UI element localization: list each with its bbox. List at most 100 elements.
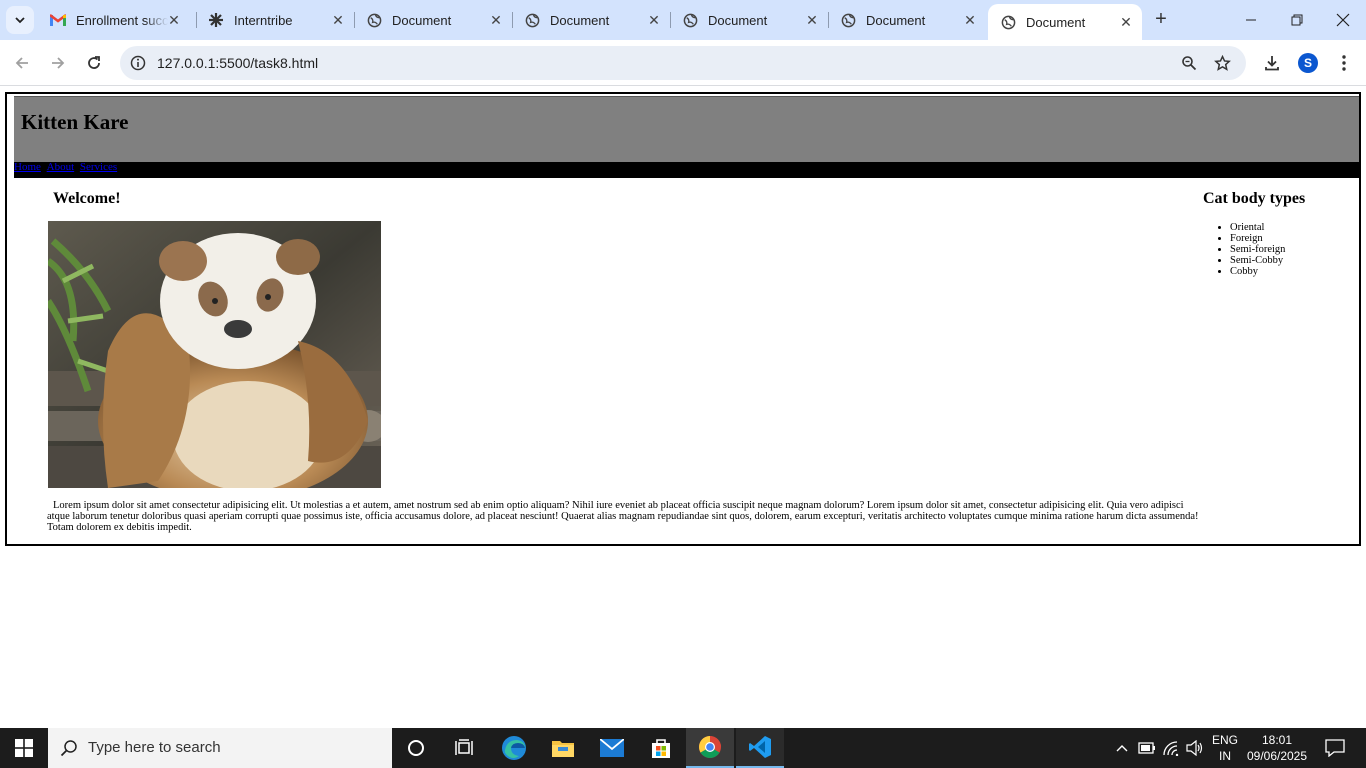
nav-link-services[interactable]: Services	[80, 161, 117, 173]
taskbar-search[interactable]: Type here to search	[48, 728, 392, 768]
taskbar-edge[interactable]	[490, 728, 538, 768]
start-button[interactable]	[0, 728, 48, 768]
body-types-list: Oriental Foreign Semi-foreign Semi-Cobby…	[1230, 222, 1285, 277]
network-status[interactable]	[1160, 728, 1182, 768]
edge-icon	[502, 736, 526, 760]
tab-title: Document	[1026, 14, 1086, 30]
close-icon[interactable]: ✕	[488, 12, 504, 28]
battery-icon	[1138, 742, 1155, 754]
profile-button[interactable]: S	[1297, 52, 1319, 74]
site-info-icon[interactable]	[129, 54, 147, 72]
chevron-up-icon	[1116, 745, 1128, 752]
folder-icon	[552, 741, 574, 757]
clock-date: 09/06/2025	[1246, 749, 1308, 763]
close-icon[interactable]: ✕	[962, 12, 978, 28]
speaker-icon	[1186, 740, 1203, 756]
globe-icon	[524, 12, 540, 28]
taskbar-vscode[interactable]	[736, 728, 784, 768]
close-window-button[interactable]	[1320, 0, 1366, 40]
chevron-down-icon	[15, 17, 25, 24]
page-viewport: Kitten Kare Home About Services Welcome!	[0, 87, 1366, 728]
tab-document[interactable]: Document ✕	[828, 4, 986, 36]
wifi-icon	[1163, 741, 1179, 756]
download-icon	[1265, 56, 1279, 71]
panda-photo	[48, 221, 381, 488]
taskbar-store[interactable]	[637, 728, 685, 768]
tab-document[interactable]: Document ✕	[512, 4, 670, 36]
show-hidden-icons-button[interactable]	[1112, 728, 1132, 768]
task-view-button[interactable]	[440, 728, 488, 768]
taskbar: Type here to search ENG IN 18:01 09/06/2…	[0, 728, 1366, 768]
tab-strip: Enrollment succe ✕ Interntribe ✕ Documen…	[0, 0, 1366, 40]
tab-title: Document	[708, 12, 768, 28]
tab-gmail[interactable]: Enrollment succe ✕	[38, 4, 190, 36]
nav-link-about[interactable]: About	[47, 161, 75, 173]
taskbar-mail[interactable]	[588, 728, 636, 768]
star-icon[interactable]	[1213, 54, 1231, 72]
minimize-button[interactable]	[1228, 0, 1274, 40]
close-icon[interactable]: ✕	[646, 12, 662, 28]
tab-document[interactable]: Document ✕	[670, 4, 828, 36]
menu-button[interactable]	[1333, 52, 1355, 74]
minimize-icon	[1246, 19, 1256, 21]
globe-icon	[366, 12, 382, 28]
welcome-heading: Welcome!	[53, 190, 121, 207]
tab-title: Interntribe	[234, 12, 293, 28]
address-bar[interactable]: 127.0.0.1:5500/task8.html	[120, 46, 1246, 80]
volume-control[interactable]	[1184, 728, 1206, 768]
store-icon	[652, 739, 670, 758]
reload-button[interactable]	[82, 51, 106, 75]
close-icon[interactable]: ✕	[804, 12, 820, 28]
search-icon	[60, 740, 77, 757]
downloads-button[interactable]	[1261, 52, 1283, 74]
tab-document-active[interactable]: Document ✕	[988, 4, 1142, 40]
gmail-icon	[50, 12, 66, 28]
page-container: Kitten Kare Home About Services Welcome!	[5, 92, 1361, 546]
list-item: Semi-foreign	[1230, 244, 1285, 255]
mail-icon	[600, 739, 624, 757]
url-text: 127.0.0.1:5500/task8.html	[157, 55, 319, 71]
battery-status[interactable]	[1136, 728, 1158, 768]
taskbar-chrome[interactable]	[686, 728, 734, 768]
restore-button[interactable]	[1274, 0, 1320, 40]
region-code: IN	[1219, 749, 1231, 763]
language-indicator[interactable]: ENG IN	[1208, 732, 1242, 764]
close-icon[interactable]: ✕	[330, 12, 346, 28]
vscode-icon	[749, 736, 771, 758]
search-placeholder: Type here to search	[88, 739, 221, 756]
task-view-icon	[455, 739, 473, 755]
close-icon	[1336, 13, 1350, 27]
zoom-icon[interactable]	[1180, 54, 1198, 72]
restore-icon	[1291, 14, 1303, 26]
cortana-button[interactable]	[392, 728, 440, 768]
list-item: Foreign	[1230, 233, 1285, 244]
tab-title: Document	[550, 12, 610, 28]
site-nav: Home About Services	[14, 162, 1359, 178]
nav-link-home[interactable]: Home	[14, 161, 41, 173]
tab-title: Enrollment succe	[76, 12, 168, 28]
new-tab-button[interactable]: +	[1150, 8, 1172, 30]
interntribe-icon	[208, 12, 224, 28]
windows-icon	[15, 739, 33, 757]
more-vertical-icon	[1342, 55, 1346, 71]
back-button[interactable]	[10, 51, 34, 75]
browser-toolbar: 127.0.0.1:5500/task8.html S	[0, 40, 1366, 86]
tab-document[interactable]: Document ✕	[354, 4, 512, 36]
tab-interntribe[interactable]: Interntribe ✕	[196, 4, 354, 36]
tab-title: Document	[392, 12, 452, 28]
aside-heading: Cat body types	[1203, 190, 1306, 207]
taskbar-file-explorer[interactable]	[539, 728, 587, 768]
clock[interactable]: 18:01 09/06/2025	[1244, 732, 1310, 764]
tab-title: Document	[866, 12, 926, 28]
close-icon[interactable]: ✕	[1118, 14, 1134, 30]
chrome-icon	[699, 736, 721, 758]
clock-time: 18:01	[1261, 733, 1293, 747]
body-paragraph: Lorem ipsum dolor sit amet consectetur a…	[47, 500, 1199, 533]
forward-button[interactable]	[46, 51, 70, 75]
reload-icon	[88, 56, 100, 69]
notifications-button[interactable]	[1318, 728, 1352, 768]
arrow-left-icon	[15, 57, 28, 69]
tab-search-button[interactable]	[6, 6, 34, 34]
close-icon[interactable]: ✕	[166, 12, 182, 28]
list-item: Oriental	[1230, 222, 1285, 233]
